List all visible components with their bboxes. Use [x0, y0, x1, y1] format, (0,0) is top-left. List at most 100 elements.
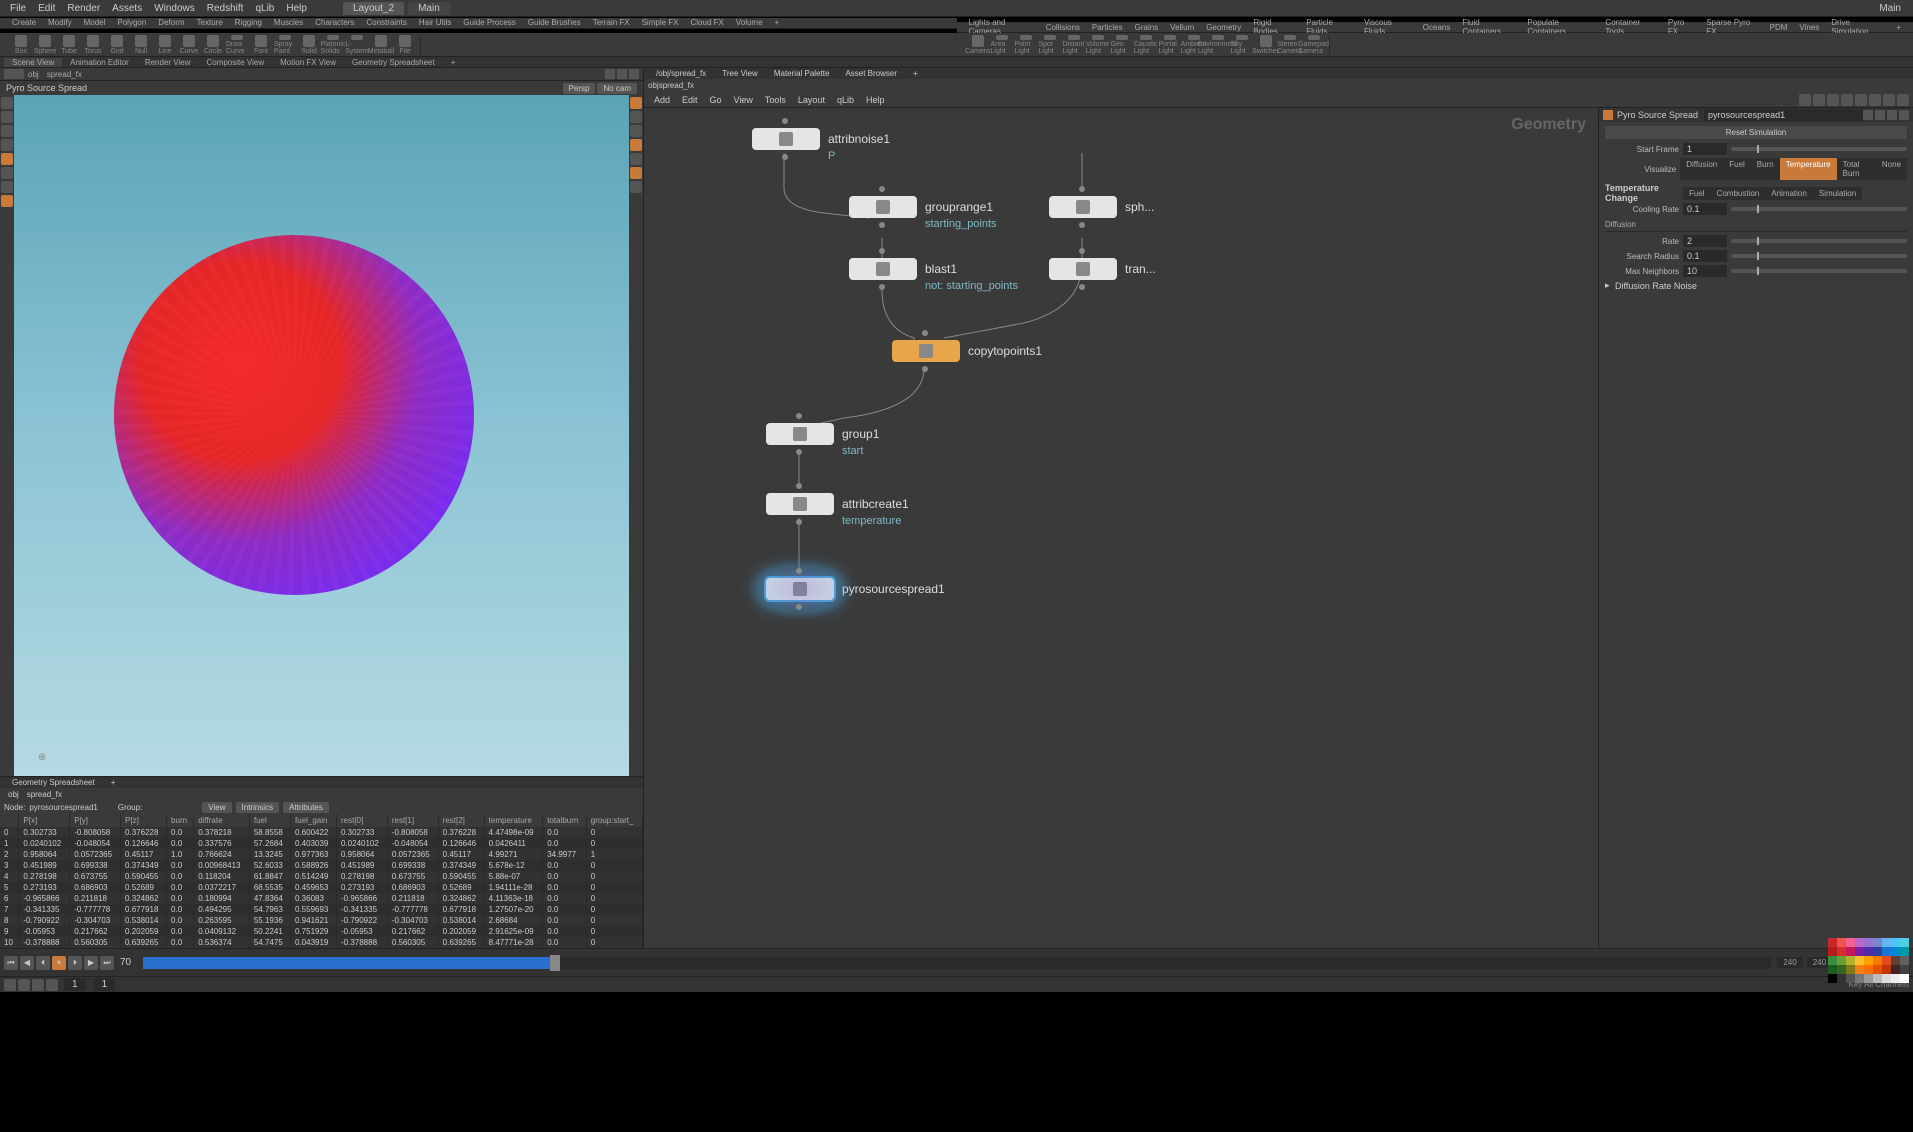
- persp-dropdown[interactable]: Persp: [563, 83, 596, 94]
- swatch-color[interactable]: [1837, 956, 1846, 965]
- shelf-modify[interactable]: Modify: [42, 18, 78, 27]
- sec-fuel[interactable]: Fuel: [1683, 187, 1711, 200]
- desktop-tab-layout[interactable]: Layout_2: [343, 2, 404, 15]
- swatch-color[interactable]: [1846, 956, 1855, 965]
- shelf-vines[interactable]: Vines: [1793, 23, 1825, 32]
- swatch-color[interactable]: [1828, 947, 1837, 956]
- shelf-add[interactable]: +: [769, 18, 786, 27]
- param-ico3[interactable]: [1887, 110, 1897, 120]
- noise-label[interactable]: Diffusion Rate Noise: [1615, 281, 1697, 291]
- menu-edit[interactable]: Edit: [32, 3, 61, 14]
- nmenu-view[interactable]: View: [728, 95, 759, 105]
- viewport[interactable]: [14, 95, 629, 776]
- tab-composite[interactable]: Composite View: [198, 58, 272, 67]
- tool-sky-light[interactable]: Sky Light: [1231, 35, 1253, 55]
- swatch-color[interactable]: [1891, 947, 1900, 956]
- path-opt2-icon[interactable]: [617, 69, 627, 79]
- play-fwd[interactable]: ⏵: [68, 956, 82, 970]
- cam-dropdown[interactable]: No cam: [597, 83, 637, 94]
- swatch-color[interactable]: [1900, 956, 1909, 965]
- nmenu-ico3[interactable]: [1827, 94, 1839, 106]
- swatch-color[interactable]: [1846, 947, 1855, 956]
- vtool-o5[interactable]: [630, 167, 642, 179]
- shelf-collisions[interactable]: Collisions: [1040, 23, 1086, 32]
- swatch-color[interactable]: [1828, 938, 1837, 947]
- tool-l-system[interactable]: L-System: [346, 35, 368, 55]
- swatch-color[interactable]: [1882, 956, 1891, 965]
- start-frame-slider[interactable]: [1731, 147, 1907, 151]
- cooling-slider[interactable]: [1731, 207, 1907, 211]
- shelf-guideprocess[interactable]: Guide Process: [457, 18, 521, 27]
- shelf-geometry[interactable]: Geometry: [1200, 23, 1247, 32]
- play-pause[interactable]: ⏸: [52, 956, 66, 970]
- timeline-track[interactable]: [143, 957, 1771, 969]
- shelf-cloudfx[interactable]: Cloud FX: [685, 18, 730, 27]
- table-row[interactable]: 40.2781980.6737550.5904550.00.11820461.8…: [0, 871, 643, 882]
- shelf-rigging[interactable]: Rigging: [229, 18, 268, 27]
- ss-col-group:start_[interactable]: group:start_: [586, 814, 642, 827]
- maxn-field[interactable]: 10: [1683, 265, 1727, 277]
- frame-end1[interactable]: 240: [1777, 957, 1802, 968]
- maxn-slider[interactable]: [1731, 269, 1907, 273]
- ss-tab[interactable]: Geometry Spreadsheet: [4, 778, 103, 787]
- ss-path-fx[interactable]: spread_fx: [23, 790, 66, 799]
- nmenu-ico5[interactable]: [1855, 94, 1867, 106]
- path-opt-icon[interactable]: [605, 69, 615, 79]
- search-slider[interactable]: [1731, 254, 1907, 258]
- status-ico2[interactable]: [18, 979, 30, 991]
- swatch-color[interactable]: [1900, 965, 1909, 974]
- table-row[interactable]: 7-0.341335-0.7777780.6779180.00.49429554…: [0, 904, 643, 915]
- play-prev[interactable]: ◀: [20, 956, 34, 970]
- rate-field[interactable]: 2: [1683, 235, 1727, 247]
- tool-line[interactable]: Line: [154, 35, 176, 55]
- vtool-render[interactable]: [1, 181, 13, 193]
- npath-fx[interactable]: spread_fx: [659, 81, 694, 90]
- ss-col-P[x][interactable]: P[x]: [19, 814, 70, 827]
- menu-assets[interactable]: Assets: [106, 3, 148, 14]
- tool-point-light[interactable]: Point Light: [1015, 35, 1037, 55]
- vis-totalburn[interactable]: Total Burn: [1837, 158, 1876, 180]
- swatch-color[interactable]: [1891, 974, 1900, 983]
- node-pyrosourcespread[interactable]: pyrosourcespread1: [766, 578, 945, 600]
- ss-view-btn[interactable]: View: [202, 802, 231, 813]
- swatch-color[interactable]: [1873, 956, 1882, 965]
- vtool-o3[interactable]: [630, 139, 642, 151]
- nmenu-add[interactable]: Add: [648, 95, 676, 105]
- nav-fwd-icon[interactable]: [14, 69, 24, 79]
- tool-spray-paint[interactable]: Spray Paint: [274, 35, 296, 55]
- ss-path-obj[interactable]: obj: [4, 790, 23, 799]
- shelf-volume[interactable]: Volume: [730, 18, 769, 27]
- shelf-terrainfx[interactable]: Terrain FX: [587, 18, 636, 27]
- vtool-select[interactable]: [1, 97, 13, 109]
- node-blast[interactable]: blast1 not: starting_points: [849, 258, 957, 280]
- vis-burn[interactable]: Burn: [1751, 158, 1780, 180]
- swatch-color[interactable]: [1882, 938, 1891, 947]
- swatch-color[interactable]: [1846, 974, 1855, 983]
- swatch-color[interactable]: [1855, 938, 1864, 947]
- ss-col-P[z][interactable]: P[z]: [121, 814, 167, 827]
- tab-add[interactable]: +: [443, 58, 464, 67]
- table-row[interactable]: 10-0.3788880.5603050.6392650.00.53637454…: [0, 937, 643, 948]
- tool-portal-light[interactable]: Portal Light: [1159, 35, 1181, 55]
- vtool-o4[interactable]: [630, 153, 642, 165]
- tool-box[interactable]: Box: [10, 35, 32, 55]
- node-attribnoise[interactable]: attribnoise1 P: [752, 128, 890, 150]
- shelf-oceans[interactable]: Oceans: [1417, 23, 1457, 32]
- tool-camera[interactable]: Camera: [967, 35, 989, 55]
- vtool-rotate[interactable]: [1, 125, 13, 137]
- shelf-texture[interactable]: Texture: [191, 18, 229, 27]
- vtool-snap[interactable]: [1, 195, 13, 207]
- ntab-material[interactable]: Material Palette: [766, 69, 838, 78]
- tool-sphere[interactable]: Sphere: [34, 35, 56, 55]
- tool-tube[interactable]: Tube: [58, 35, 80, 55]
- tool-caustic-light[interactable]: Caustic Light: [1135, 35, 1157, 55]
- ss-tab-add[interactable]: +: [103, 778, 124, 787]
- nmenu-ico8[interactable]: [1897, 94, 1909, 106]
- sec-simulation[interactable]: Simulation: [1813, 187, 1862, 200]
- ss-col-burn[interactable]: burn: [167, 814, 194, 827]
- network-view[interactable]: Geometry attribnoise1 P: [644, 108, 1598, 948]
- swatch-color[interactable]: [1900, 947, 1909, 956]
- ss-col-rest[1][interactable]: rest[1]: [387, 814, 438, 827]
- ss-intrinsics-btn[interactable]: Intrinsics: [236, 802, 280, 813]
- vis-diffusion[interactable]: Diffusion: [1680, 158, 1723, 180]
